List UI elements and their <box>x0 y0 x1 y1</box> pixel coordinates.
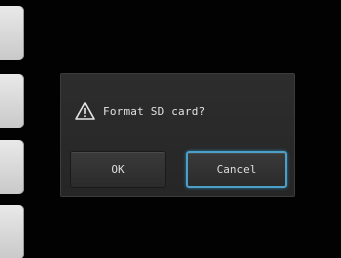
warning-icon <box>75 102 95 120</box>
side-button-3[interactable] <box>0 140 24 194</box>
dialog-message-text: Format SD card? <box>103 104 206 118</box>
format-dialog: Format SD card? OK Cancel <box>60 73 295 197</box>
dialog-message: Format SD card? <box>75 102 205 120</box>
side-button-4[interactable] <box>0 205 24 258</box>
side-button-2[interactable] <box>0 74 24 128</box>
camera-screen: Format SD card? OK Cancel <box>0 0 341 258</box>
side-button-1[interactable] <box>0 6 24 60</box>
cancel-button[interactable]: Cancel <box>186 151 287 188</box>
ok-button[interactable]: OK <box>70 151 166 188</box>
